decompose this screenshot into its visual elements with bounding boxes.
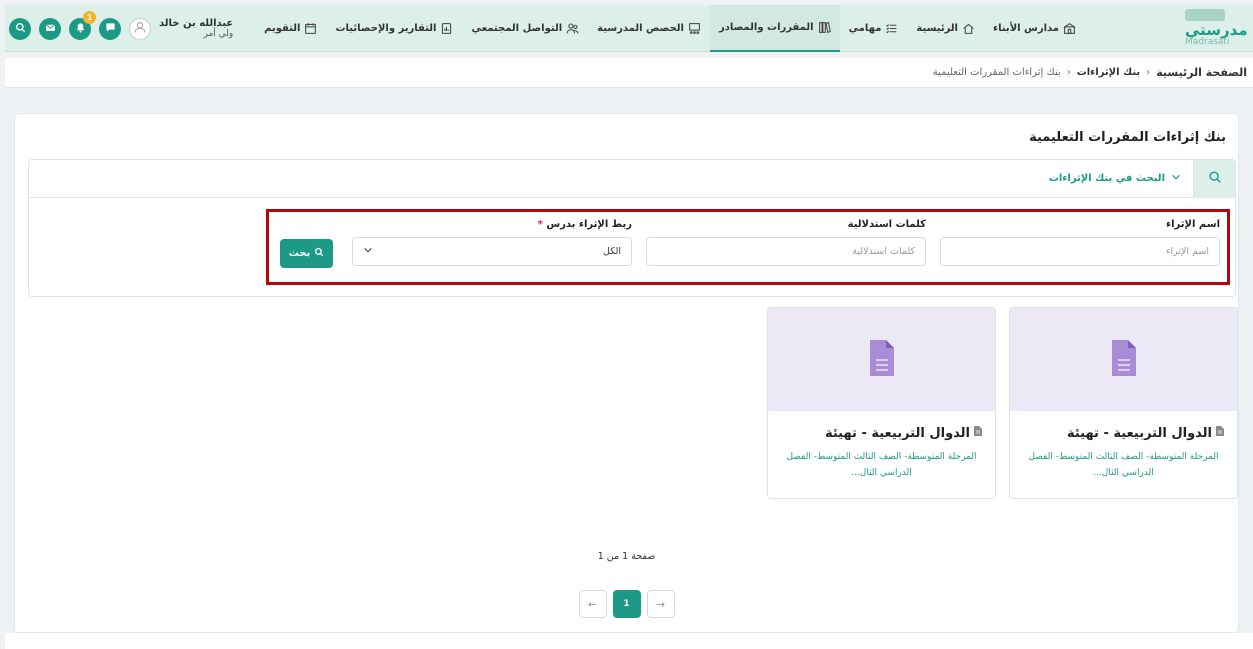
breadcrumb-current: بنك إثراءات المقررات التعليمية xyxy=(932,67,1061,78)
link-lesson-select[interactable]: الكل xyxy=(352,237,632,266)
report-icon xyxy=(440,22,453,35)
avatar[interactable] xyxy=(129,17,151,40)
search-icon xyxy=(314,247,324,260)
keywords-field: كلمات استدلالية كلمات استدلالية xyxy=(646,219,926,266)
nav-item-label: التواصل المجتمعي xyxy=(471,23,563,34)
file-icon xyxy=(1215,425,1225,441)
document-icon xyxy=(868,338,896,381)
enrichment-card-description: المرحلة المتوسطة- الصف الثالث المتوسط- ا… xyxy=(1028,452,1219,478)
filters-highlight-box: اسم الإثراء اسم الإثراء كلمات استدلالية … xyxy=(266,209,1230,285)
tasks-list-icon xyxy=(885,22,898,35)
document-icon xyxy=(1110,338,1138,381)
enrichment-card[interactable]: الدوال التربيعية - تهيئة المرحلة المتوسط… xyxy=(1009,307,1238,499)
link-lesson-label: ربط الإثراء بدرس * xyxy=(352,219,632,231)
user-role: ولي أمر xyxy=(203,29,234,39)
nav-item-calendar[interactable]: التقويم xyxy=(255,5,326,52)
logo-mark xyxy=(1185,9,1225,21)
footer-strip xyxy=(5,633,1253,649)
user-area: عبدالله بن خالد ولي أمر 1 xyxy=(5,5,233,52)
nav-item-label: التقارير والإحصائيات xyxy=(335,23,437,34)
enrichment-bank-card: بنك إثراءات المقررات التعليمية البحث في … xyxy=(14,113,1239,633)
enrichment-thumbnail xyxy=(768,308,995,411)
chat-icon xyxy=(105,22,116,36)
search-icon xyxy=(1208,170,1222,187)
enrichment-card-title: الدوال التربيعية - تهيئة xyxy=(1010,425,1237,441)
nav-item-courses-resources[interactable]: المقررات والمصادر xyxy=(709,5,840,52)
nav-item-label: الرئيسية xyxy=(916,23,958,34)
breadcrumb-section-link[interactable]: بنك الإثراءات xyxy=(1077,67,1141,78)
nav-item-children-schools[interactable]: مدارس الأبناء xyxy=(984,5,1085,52)
nav-item-reports[interactable]: التقارير والإحصائيات xyxy=(326,5,462,52)
search-toggle[interactable]: البحث في بنك الإثراءات xyxy=(1049,172,1181,185)
logo-arabic-text: مدرستي xyxy=(1185,21,1248,39)
nav-item-school-classes[interactable]: الحصص المدرسية xyxy=(588,5,710,52)
classroom-icon xyxy=(688,22,701,35)
books-icon xyxy=(818,21,831,34)
home-icon xyxy=(962,22,975,35)
main-nav: مدارس الأبناء الرئيسية مهامي المقررات وا… xyxy=(255,5,1085,52)
enrichment-card[interactable]: الدوال التربيعية - تهيئة المرحلة المتوسط… xyxy=(767,307,996,499)
search-panel-header[interactable]: البحث في بنك الإثراءات xyxy=(29,159,1235,198)
search-panel: البحث في بنك الإثراءات اسم الإثراء اسم ا… xyxy=(28,159,1236,297)
nav-item-home[interactable]: الرئيسية xyxy=(907,5,984,52)
enrichment-name-label: اسم الإثراء xyxy=(1166,219,1220,230)
next-page-button[interactable]: → xyxy=(646,590,675,618)
nav-item-label: الحصص المدرسية xyxy=(597,23,684,34)
calendar-icon xyxy=(304,22,317,35)
breadcrumb-home-link[interactable]: الصفحة الرئيسية xyxy=(1156,66,1247,79)
page-title: بنك إثراءات المقررات التعليمية xyxy=(1029,130,1226,145)
user-avatar-icon xyxy=(133,20,147,37)
prev-page-button[interactable]: ← xyxy=(578,590,607,618)
link-lesson-label-text: ربط الإثراء بدرس xyxy=(546,219,632,230)
enrichment-card-title-text: الدوال التربيعية - تهيئة xyxy=(824,425,970,441)
search-toggle-label: البحث في بنك الإثراءات xyxy=(1048,173,1165,184)
link-lesson-field: ربط الإثراء بدرس * الكل xyxy=(352,219,632,266)
enrichment-name-field: اسم الإثراء اسم الإثراء xyxy=(940,219,1220,266)
school-building-icon xyxy=(1063,22,1076,35)
link-lesson-select-value: الكل xyxy=(603,246,621,257)
file-icon xyxy=(973,425,983,441)
madrasati-logo[interactable]: مدرستي Madrasati xyxy=(1185,7,1249,49)
search-panel-icon-box xyxy=(1193,159,1235,198)
keywords-label: كلمات استدلالية xyxy=(847,219,926,230)
user-name: عبدالله بن خالد xyxy=(159,18,234,29)
global-search-button[interactable] xyxy=(9,17,31,40)
nav-item-community[interactable]: التواصل المجتمعي xyxy=(462,5,588,52)
enrichment-card-title: الدوال التربيعية - تهيئة xyxy=(768,425,995,441)
page-info: صفحة 1 من 1 xyxy=(597,551,656,562)
messages-button[interactable] xyxy=(99,17,121,40)
mail-button[interactable] xyxy=(39,17,61,40)
notification-count-badge: 1 xyxy=(83,10,96,24)
search-button[interactable]: بحث xyxy=(280,239,333,268)
nav-item-label: مدارس الأبناء xyxy=(992,23,1059,34)
enrichment-thumbnail xyxy=(1010,308,1237,411)
pagination: ← 1 → xyxy=(15,590,1238,618)
chevron-down-icon xyxy=(1171,172,1181,185)
logo-latin-text: Madrasati xyxy=(1185,37,1230,47)
nav-item-my-tasks[interactable]: مهامي xyxy=(840,5,908,52)
search-icon xyxy=(15,22,26,36)
nav-item-label: التقويم xyxy=(264,23,301,34)
page-number-button[interactable]: 1 xyxy=(612,590,641,618)
breadcrumb-separator-icon: ‹ xyxy=(1066,67,1071,78)
enrichment-name-input[interactable]: اسم الإثراء xyxy=(940,237,1220,266)
nav-item-label: مهامي xyxy=(848,23,882,34)
search-button-label: بحث xyxy=(288,248,311,259)
chevron-down-icon xyxy=(363,245,373,258)
enrichment-card-title-text: الدوال التربيعية - تهيئة xyxy=(1066,425,1212,441)
breadcrumb: الصفحة الرئيسية ‹ بنك الإثراءات ‹ بنك إث… xyxy=(5,58,1253,88)
breadcrumb-separator-icon: ‹ xyxy=(1146,67,1151,78)
envelope-icon xyxy=(45,22,56,36)
bell-icon xyxy=(75,22,86,36)
enrichment-card-description: المرحلة المتوسطة- الصف الثالث المتوسط- ا… xyxy=(786,452,977,478)
top-navbar: مدرستي Madrasati مدارس الأبناء الرئيسية … xyxy=(5,5,1253,52)
keywords-input[interactable]: كلمات استدلالية xyxy=(646,237,926,266)
nav-item-label: المقررات والمصادر xyxy=(718,22,814,33)
notifications-button[interactable]: 1 xyxy=(69,10,96,40)
community-icon xyxy=(566,22,579,35)
user-info[interactable]: عبدالله بن خالد ولي أمر xyxy=(159,18,233,39)
required-asterisk: * xyxy=(537,219,543,230)
